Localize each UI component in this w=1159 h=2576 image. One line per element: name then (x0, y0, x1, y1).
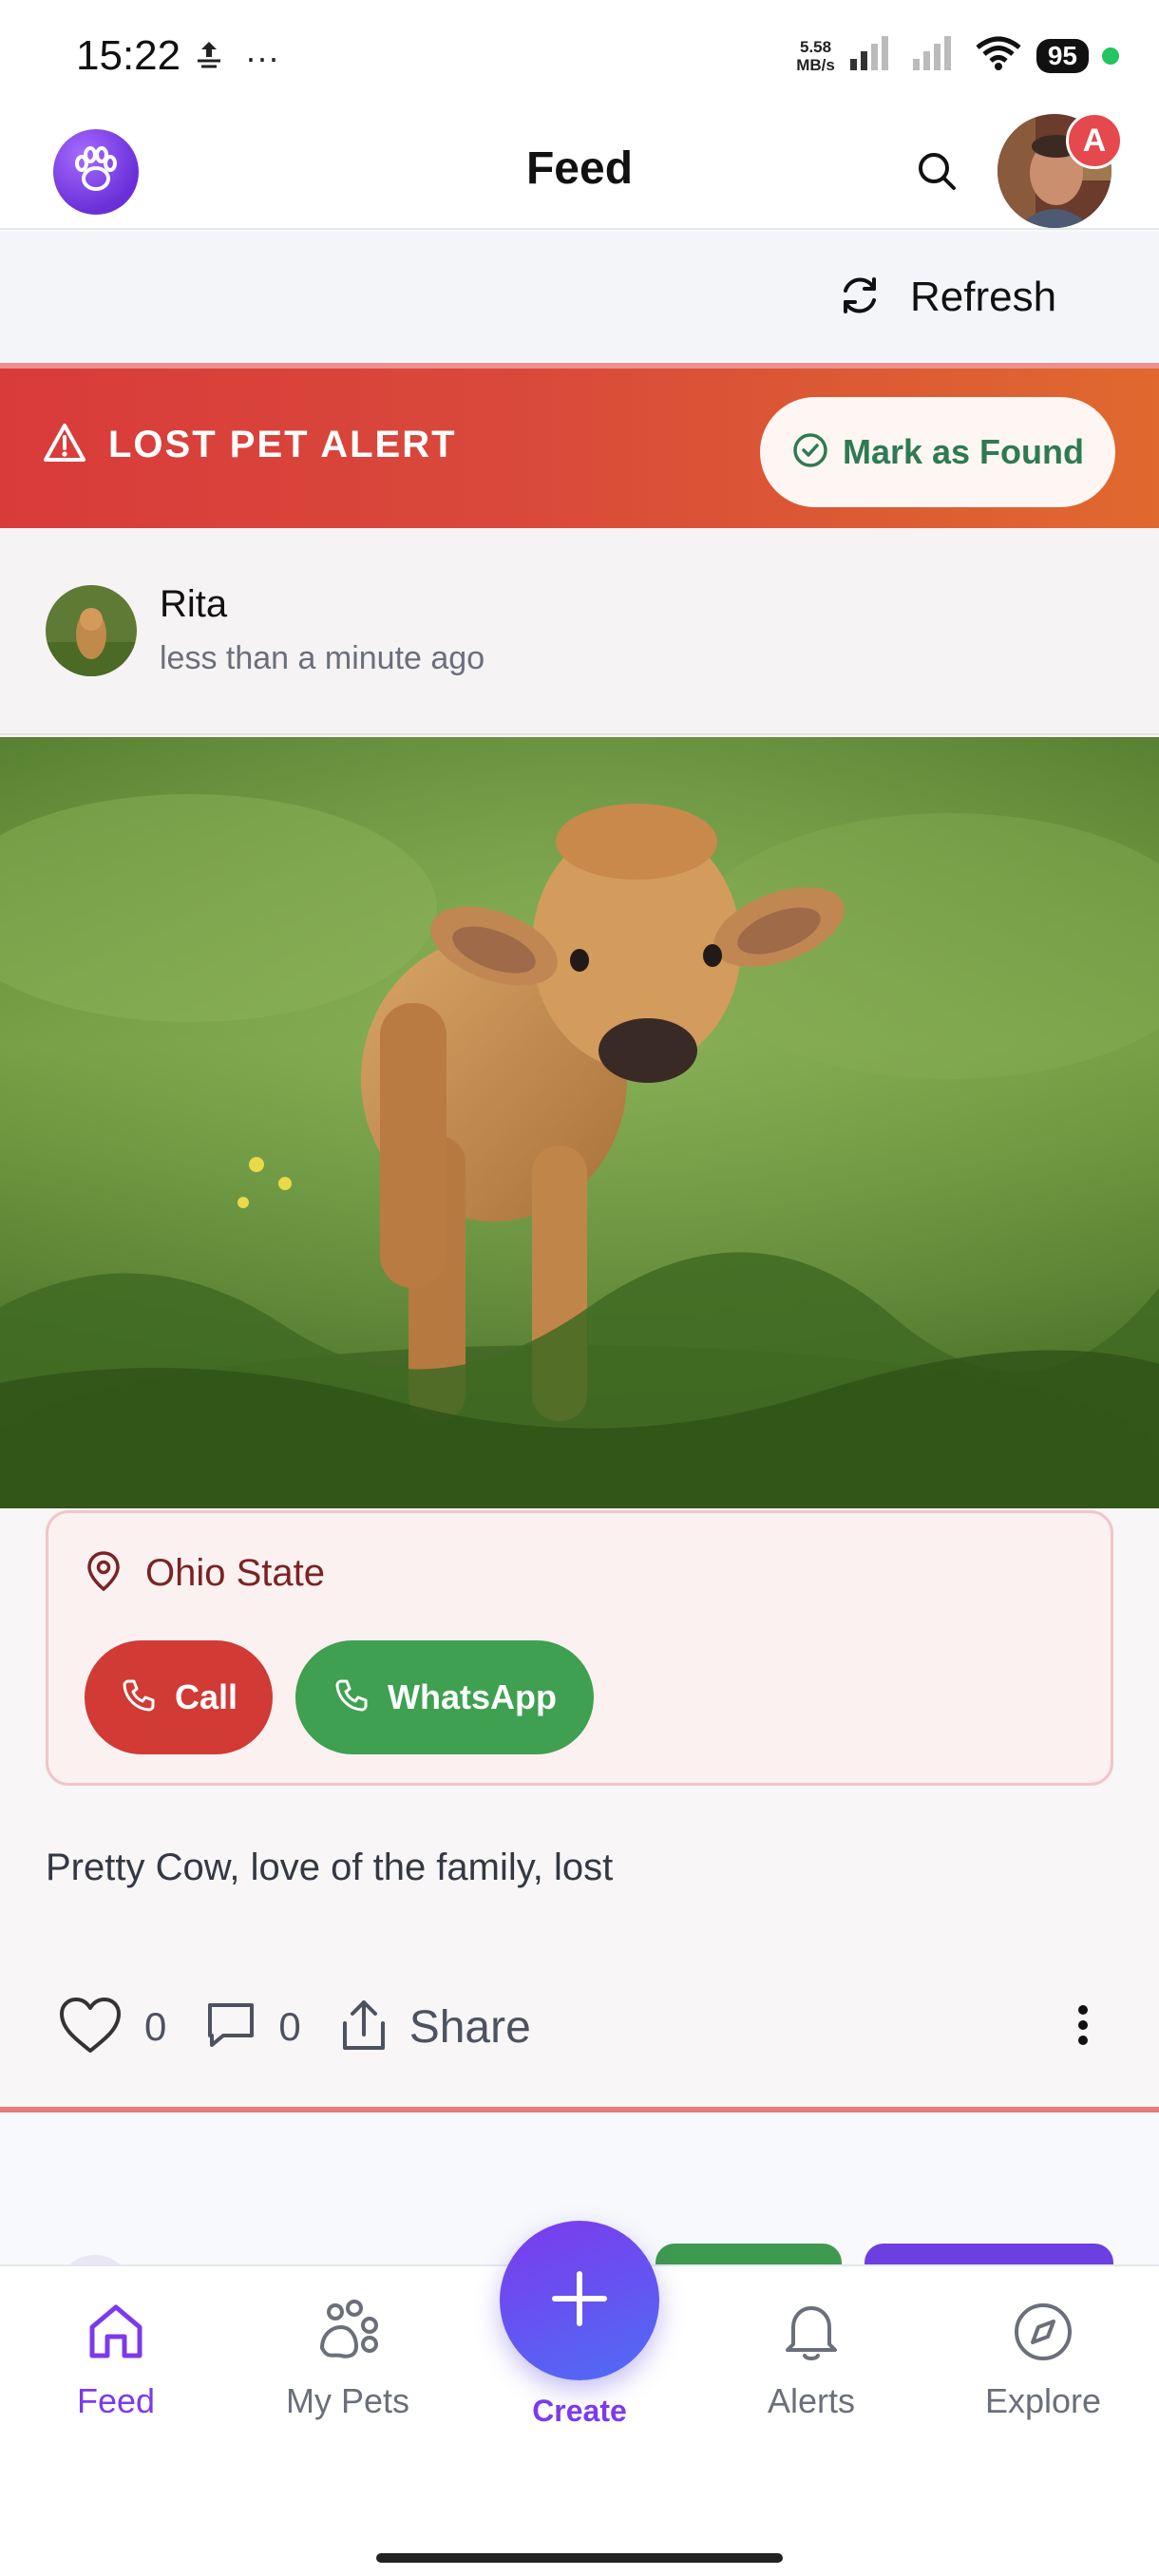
nav-my-pets-label: My Pets (285, 2381, 410, 2420)
post-timestamp: less than a minute ago (160, 640, 485, 676)
refresh-bar: Refresh (0, 232, 1159, 361)
share-button[interactable]: Share (339, 1997, 531, 2058)
paw-icon (314, 2299, 381, 2370)
more-options-button[interactable] (1064, 1998, 1102, 2055)
post-photo[interactable] (0, 737, 1159, 1508)
status-more-dots: ··· (245, 37, 279, 77)
call-label: Call (174, 1677, 238, 1716)
lost-pet-alert-banner: LOST PET ALERT Mark as Found (0, 363, 1159, 528)
refresh-icon (836, 272, 884, 324)
plus-icon (549, 2268, 610, 2334)
location-row: Ohio State (85, 1549, 325, 1598)
nav-alerts-label: Alerts (767, 2381, 856, 2420)
net-speed-value: 5.58 (799, 37, 832, 56)
contact-card: Ohio State Call WhatsApp (46, 1510, 1113, 1786)
heart-icon (57, 1996, 124, 2059)
post-header: Rita less than a minute ago (0, 528, 1159, 735)
post-description: Pretty Cow, love of the family, lost (46, 1847, 614, 1888)
like-count: 0 (144, 2004, 167, 2049)
nav-explore[interactable]: Explore (948, 2299, 1138, 2421)
home-icon (83, 2299, 149, 2370)
comment-icon (204, 1999, 257, 2055)
nav-my-pets[interactable]: My Pets (253, 2299, 443, 2421)
signal-icon-2 (911, 34, 960, 77)
post-author-name[interactable]: Rita (160, 583, 227, 626)
profile-avatar-button[interactable]: A (998, 112, 1123, 232)
privacy-dot (1102, 47, 1119, 65)
mark-as-found-label: Mark as Found (842, 432, 1085, 471)
phone-icon (332, 1676, 370, 1719)
post-author-avatar[interactable] (46, 585, 137, 676)
alert-title: LOST PET ALERT (108, 424, 457, 465)
check-circle-icon (791, 431, 829, 474)
share-label: Share (408, 2001, 531, 2053)
signal-icon (848, 34, 898, 77)
status-left-icons: ··· (190, 36, 279, 79)
call-button[interactable]: Call (85, 1640, 273, 1754)
map-pin-icon (85, 1549, 123, 1598)
like-button[interactable]: 0 (57, 1996, 166, 2059)
nav-feed-label: Feed (76, 2381, 156, 2420)
mark-as-found-button[interactable]: Mark as Found (760, 397, 1115, 507)
whatsapp-button[interactable]: WhatsApp (295, 1640, 594, 1754)
share-icon (339, 1997, 389, 2058)
bottom-nav: Feed My Pets Create Alerts Explore (0, 2221, 1159, 2576)
battery-indicator: 95 (1036, 38, 1089, 73)
comment-button[interactable]: 0 (204, 1999, 301, 2055)
notification-badge: A (1066, 112, 1123, 169)
status-time: 15:22 (76, 32, 181, 79)
post-actions: 0 0 Share (57, 1989, 1102, 2065)
nav-explore-label: Explore (984, 2381, 1102, 2420)
status-bar: 15:22 ··· 5.58 MB/s 95 (0, 0, 1159, 104)
phone-icon (120, 1676, 158, 1719)
nav-feed[interactable]: Feed (21, 2299, 211, 2421)
comment-count: 0 (278, 2004, 301, 2049)
home-indicator[interactable] (376, 2553, 783, 2563)
location-text: Ohio State (145, 1552, 326, 1594)
compass-icon (1010, 2299, 1076, 2370)
more-vertical-icon (1077, 2004, 1089, 2051)
create-label[interactable]: Create (484, 2394, 674, 2429)
nav-alerts[interactable]: Alerts (716, 2299, 906, 2421)
next-post-green-button[interactable] (656, 2244, 842, 2264)
alert-heading: LOST PET ALERT (42, 422, 457, 468)
status-right-icons: 5.58 MB/s 95 (796, 34, 1119, 77)
search-button[interactable] (910, 146, 963, 199)
post-body: Ohio State Call WhatsApp Pretty Cow, lov… (0, 1508, 1159, 2107)
network-sync-icon (190, 36, 228, 79)
next-post-purple-button[interactable] (864, 2244, 1113, 2264)
app-header: Feed A (0, 104, 1159, 230)
warning-icon (42, 422, 87, 468)
whatsapp-label: WhatsApp (388, 1677, 557, 1716)
page-title: Feed (525, 143, 634, 194)
next-post-avatar (57, 2255, 133, 2264)
feed-screen: 15:22 ··· 5.58 MB/s 95 Feed A Refresh LO… (0, 0, 1159, 2576)
search-icon (915, 149, 959, 198)
net-speed-unit: MB/s (796, 55, 835, 74)
refresh-label: Refresh (910, 274, 1057, 320)
bell-icon (778, 2299, 845, 2370)
wifi-icon (974, 34, 1023, 77)
net-speed: 5.58 MB/s (796, 38, 835, 74)
refresh-button[interactable]: Refresh (836, 264, 1056, 331)
create-button[interactable] (500, 2221, 659, 2380)
